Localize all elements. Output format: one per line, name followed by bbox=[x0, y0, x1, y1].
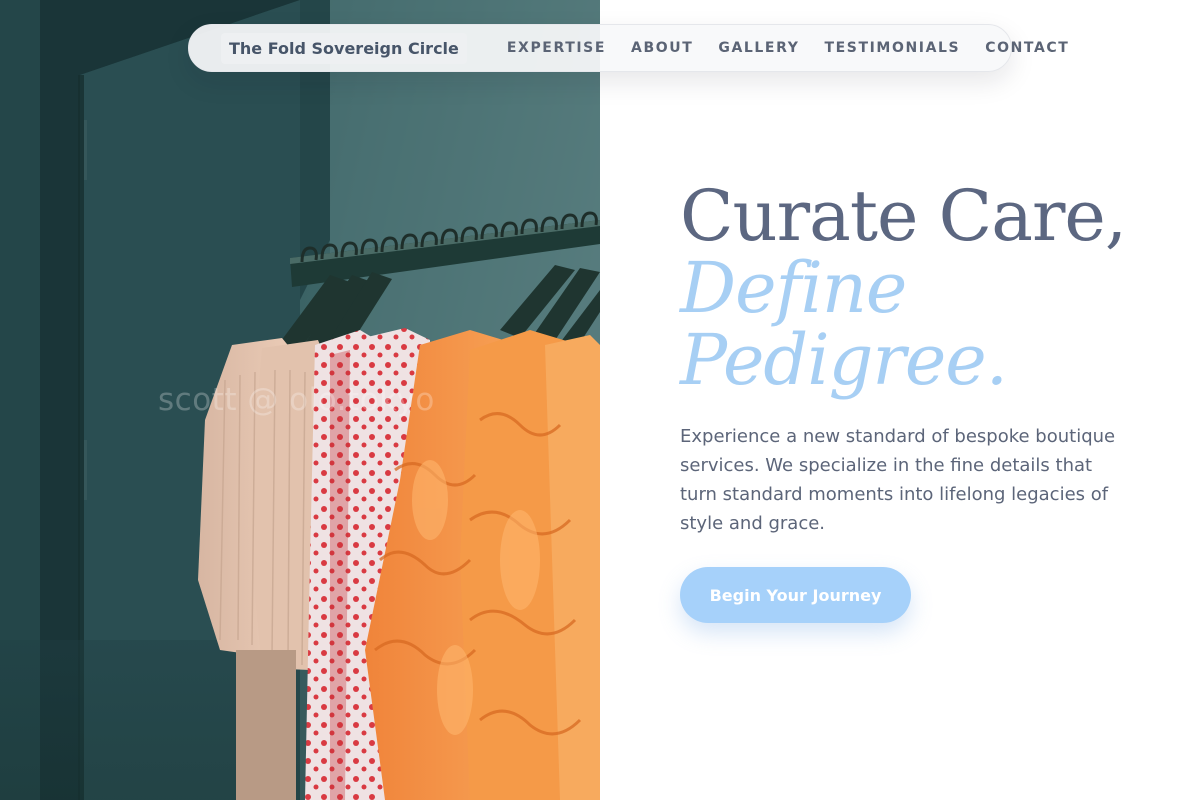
hero-section: Curate Care, Define Pedigree. Experience… bbox=[680, 180, 1160, 538]
nav-links: EXPERTISE ABOUT GALLERY TESTIMONIALS CON… bbox=[507, 40, 1070, 56]
nav-link-expertise[interactable]: EXPERTISE bbox=[507, 40, 606, 56]
brand-logo[interactable]: The Fold Sovereign Circle bbox=[221, 32, 467, 64]
nav-link-testimonials[interactable]: TESTIMONIALS bbox=[824, 40, 960, 56]
image-watermark: scott @ olo.tokyo bbox=[158, 382, 435, 418]
headline-line-2: Define bbox=[680, 247, 907, 329]
headline-line-1: Curate Care, bbox=[680, 175, 1127, 257]
nav-link-contact[interactable]: CONTACT bbox=[985, 40, 1069, 56]
hero-headline: Curate Care, Define Pedigree. bbox=[680, 180, 1160, 396]
nav-link-about[interactable]: ABOUT bbox=[631, 40, 693, 56]
hero-image: scott @ olo.tokyo bbox=[0, 0, 600, 800]
hero-description: Experience a new standard of bespoke bou… bbox=[680, 426, 1116, 534]
headline-line-3: Pedigree. bbox=[680, 319, 1008, 401]
nav-link-gallery[interactable]: GALLERY bbox=[718, 40, 799, 56]
top-navigation: The Fold Sovereign Circle EXPERTISE ABOU… bbox=[188, 24, 1068, 72]
begin-journey-button[interactable]: Begin Your Journey bbox=[680, 567, 911, 623]
